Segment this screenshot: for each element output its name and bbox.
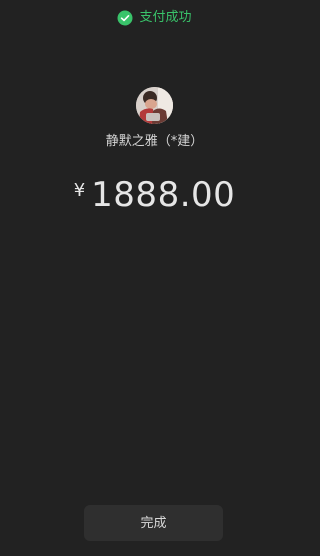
avatar xyxy=(136,87,173,124)
payment-amount: ¥ 1888.00 xyxy=(0,174,309,216)
payee-name: 静默之雅（*建） xyxy=(105,134,204,149)
wechat-pay-icon xyxy=(117,10,133,26)
amount-value: 1888.00 xyxy=(91,175,236,215)
currency-symbol: ¥ xyxy=(73,180,86,201)
payment-status-text: 支付成功 xyxy=(139,10,192,25)
payment-success-screen: 支付成功 静默之雅（*建） ¥ 1888.00 完成 xyxy=(0,0,309,556)
done-button[interactable]: 完成 xyxy=(84,505,223,541)
payment-status: 支付成功 xyxy=(0,8,309,28)
